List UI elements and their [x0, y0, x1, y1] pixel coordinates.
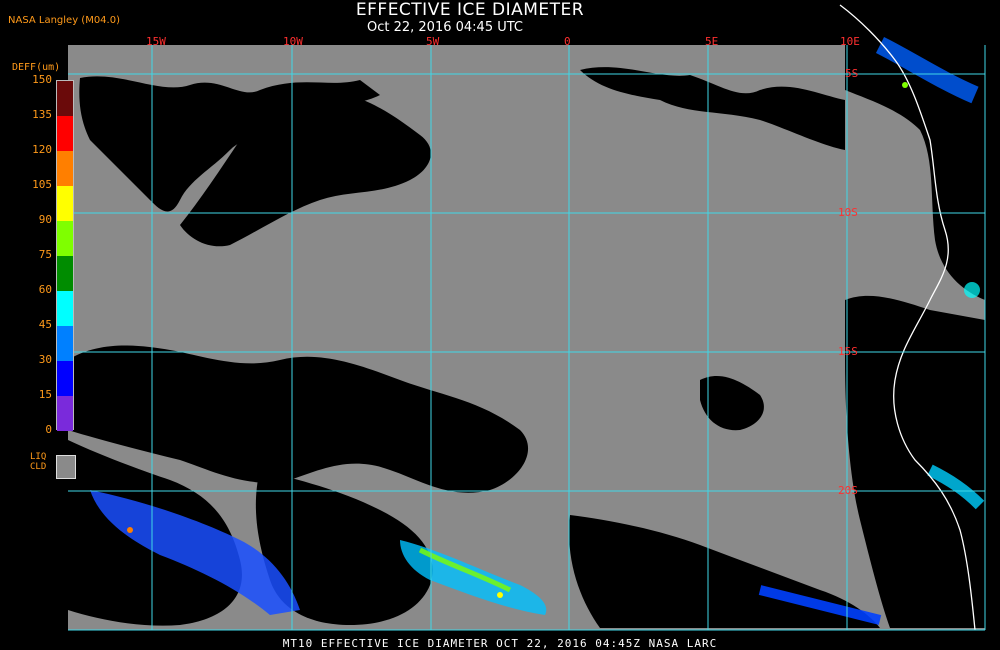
scale-tick-label: 30 — [38, 353, 52, 366]
scale-swatch — [57, 81, 73, 116]
footer-caption: MT10 EFFECTIVE ICE DIAMETER OCT 22, 2016… — [282, 637, 718, 650]
legend-unit-label: DEFF(um) — [12, 62, 61, 73]
satellite-map — [68, 4, 986, 631]
longitude-label-10w: 10W — [283, 35, 303, 48]
scale-swatch — [57, 396, 73, 431]
latitude-label-5s: 5S — [845, 67, 859, 80]
longitude-label-0: 0 — [564, 35, 571, 48]
scale-swatch — [57, 361, 73, 396]
scale-tick-label: 60 — [38, 283, 52, 296]
source-label: NASA Langley (M04.0) — [8, 15, 120, 26]
latitude-label-20s: 20S — [838, 484, 858, 497]
latitude-label-10s: 10S — [838, 206, 858, 219]
scale-tick-label: 135 — [32, 108, 52, 121]
longitude-label-5e: 5E — [705, 35, 719, 48]
scale-swatch — [57, 151, 73, 186]
scale-swatch — [57, 326, 73, 361]
color-scale — [56, 80, 74, 431]
latitude-label-15s: 15S — [838, 345, 858, 358]
scale-tick-label: 45 — [38, 318, 52, 331]
scale-tick-label: 150 — [32, 73, 52, 86]
longitude-label-10e: 10E — [840, 35, 860, 48]
liquid-cloud-label: LIQ CLD — [30, 452, 47, 472]
scale-tick-label: 0 — [45, 423, 52, 436]
scale-swatch — [57, 221, 73, 256]
longitude-label-15w: 15W — [146, 35, 166, 48]
longitude-label-5w: 5W — [426, 35, 440, 48]
scale-swatch — [57, 291, 73, 326]
scale-tick-label: 90 — [38, 213, 52, 226]
scale-swatch — [57, 116, 73, 151]
scale-tick-label: 105 — [32, 178, 52, 191]
scale-swatch — [57, 256, 73, 291]
scale-swatch — [57, 186, 73, 221]
scale-tick-label: 15 — [38, 388, 52, 401]
scale-tick-label: 75 — [38, 248, 52, 261]
liquid-cloud-swatch — [56, 455, 76, 479]
map-title: EFFECTIVE ICE DIAMETER — [355, 0, 585, 20]
map-timestamp: Oct 22, 2016 04:45 UTC — [367, 20, 523, 35]
scale-tick-label: 120 — [32, 143, 52, 156]
